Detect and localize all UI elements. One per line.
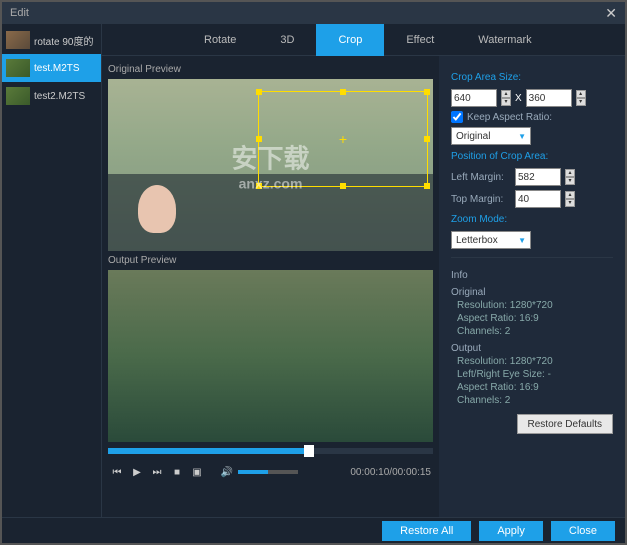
clip-item[interactable]: test.M2TS — [2, 54, 101, 82]
zoom-value: Letterbox — [456, 235, 498, 246]
top-margin-input[interactable] — [515, 190, 561, 208]
crop-handle[interactable] — [256, 136, 262, 142]
crop-handle[interactable] — [340, 183, 346, 189]
info-line: Aspect Ratio: 16:9 — [451, 382, 613, 393]
crop-handle[interactable] — [424, 136, 430, 142]
top-up[interactable]: ▴ — [565, 191, 575, 199]
crop-handle[interactable] — [424, 89, 430, 95]
crop-selection[interactable]: + — [258, 91, 428, 187]
position-title: Position of Crop Area: — [451, 151, 613, 162]
left-down[interactable]: ▾ — [565, 177, 575, 185]
left-margin-input[interactable] — [515, 168, 561, 186]
clip-name: test.M2TS — [34, 63, 80, 74]
volume-icon[interactable]: 🔊 — [220, 465, 234, 479]
close-icon[interactable]: ✕ — [605, 5, 617, 22]
clip-name: test2.M2TS — [34, 91, 85, 102]
aspect-select[interactable]: Original ▼ — [451, 127, 531, 145]
top-margin-label: Top Margin: — [451, 194, 511, 205]
info-line: Resolution: 1280*720 — [451, 300, 613, 311]
crop-handle[interactable] — [340, 89, 346, 95]
clip-thumbnail — [6, 59, 30, 77]
chevron-down-icon: ▼ — [518, 132, 526, 141]
zoom-select[interactable]: Letterbox ▼ — [451, 231, 531, 249]
tab-rotate[interactable]: Rotate — [182, 24, 258, 56]
clip-thumbnail — [6, 87, 30, 105]
apply-button[interactable]: Apply — [479, 521, 543, 541]
settings-panel: Crop Area Size: ▴▾ X ▴▾ Keep Aspect Rati… — [439, 56, 625, 517]
left-up[interactable]: ▴ — [565, 169, 575, 177]
aspect-value: Original — [456, 131, 490, 142]
info-line: Aspect Ratio: 16:9 — [451, 313, 613, 324]
close-button[interactable]: Close — [551, 521, 615, 541]
original-preview[interactable]: + 安下载anxz.com — [108, 79, 433, 251]
crop-handle[interactable] — [256, 183, 262, 189]
keep-aspect-label: Keep Aspect Ratio: — [467, 112, 552, 123]
crop-handle[interactable] — [256, 89, 262, 95]
crop-size-title: Crop Area Size: — [451, 72, 613, 83]
restore-all-button[interactable]: Restore All — [382, 521, 471, 541]
output-preview — [108, 270, 433, 442]
zoom-title: Zoom Mode: — [451, 214, 613, 225]
crop-height-input[interactable] — [526, 89, 572, 107]
tab-crop[interactable]: Crop — [316, 24, 384, 56]
info-original-title: Original — [451, 287, 613, 298]
info-output-title: Output — [451, 343, 613, 354]
info-title: Info — [451, 270, 613, 281]
width-up[interactable]: ▴ — [501, 90, 511, 98]
volume-slider[interactable] — [238, 470, 298, 474]
top-down[interactable]: ▾ — [565, 199, 575, 207]
info-line: Left/Right Eye Size: - — [451, 369, 613, 380]
time-display: 00:00:10/00:00:15 — [350, 467, 431, 478]
size-separator: X — [515, 93, 522, 104]
stop-button[interactable]: ■ — [170, 465, 184, 479]
original-preview-label: Original Preview — [108, 60, 433, 79]
clip-name: rotate 90度的 — [34, 33, 93, 48]
height-up[interactable]: ▴ — [576, 90, 586, 98]
clip-thumbnail — [6, 31, 30, 49]
next-button[interactable]: ⏭ — [150, 465, 164, 479]
crop-center-icon: + — [336, 132, 350, 146]
crop-width-input[interactable] — [451, 89, 497, 107]
info-line: Channels: 2 — [451, 395, 613, 406]
keep-aspect-checkbox[interactable] — [451, 111, 463, 123]
chevron-down-icon: ▼ — [518, 236, 526, 245]
edit-tabs: Rotate 3D Crop Effect Watermark — [102, 24, 625, 56]
window-title: Edit — [10, 7, 29, 19]
left-margin-label: Left Margin: — [451, 172, 511, 183]
clip-item[interactable]: test2.M2TS — [2, 82, 101, 110]
height-down[interactable]: ▾ — [576, 98, 586, 106]
clip-sidebar: rotate 90度的 test.M2TS test2.M2TS — [2, 24, 102, 517]
tab-effect[interactable]: Effect — [384, 24, 456, 56]
snapshot-button[interactable]: ▣ — [190, 465, 204, 479]
info-line: Channels: 2 — [451, 326, 613, 337]
output-preview-label: Output Preview — [108, 251, 433, 270]
tab-watermark[interactable]: Watermark — [456, 24, 553, 56]
progress-thumb[interactable] — [304, 445, 314, 457]
clip-item[interactable]: rotate 90度的 — [2, 26, 101, 54]
playback-progress[interactable] — [108, 448, 433, 454]
prev-button[interactable]: ⏮ — [110, 465, 124, 479]
info-line: Resolution: 1280*720 — [451, 356, 613, 367]
restore-defaults-button[interactable]: Restore Defaults — [517, 414, 613, 434]
crop-handle[interactable] — [424, 183, 430, 189]
width-down[interactable]: ▾ — [501, 98, 511, 106]
tab-3d[interactable]: 3D — [258, 24, 316, 56]
play-button[interactable]: ▶ — [130, 465, 144, 479]
